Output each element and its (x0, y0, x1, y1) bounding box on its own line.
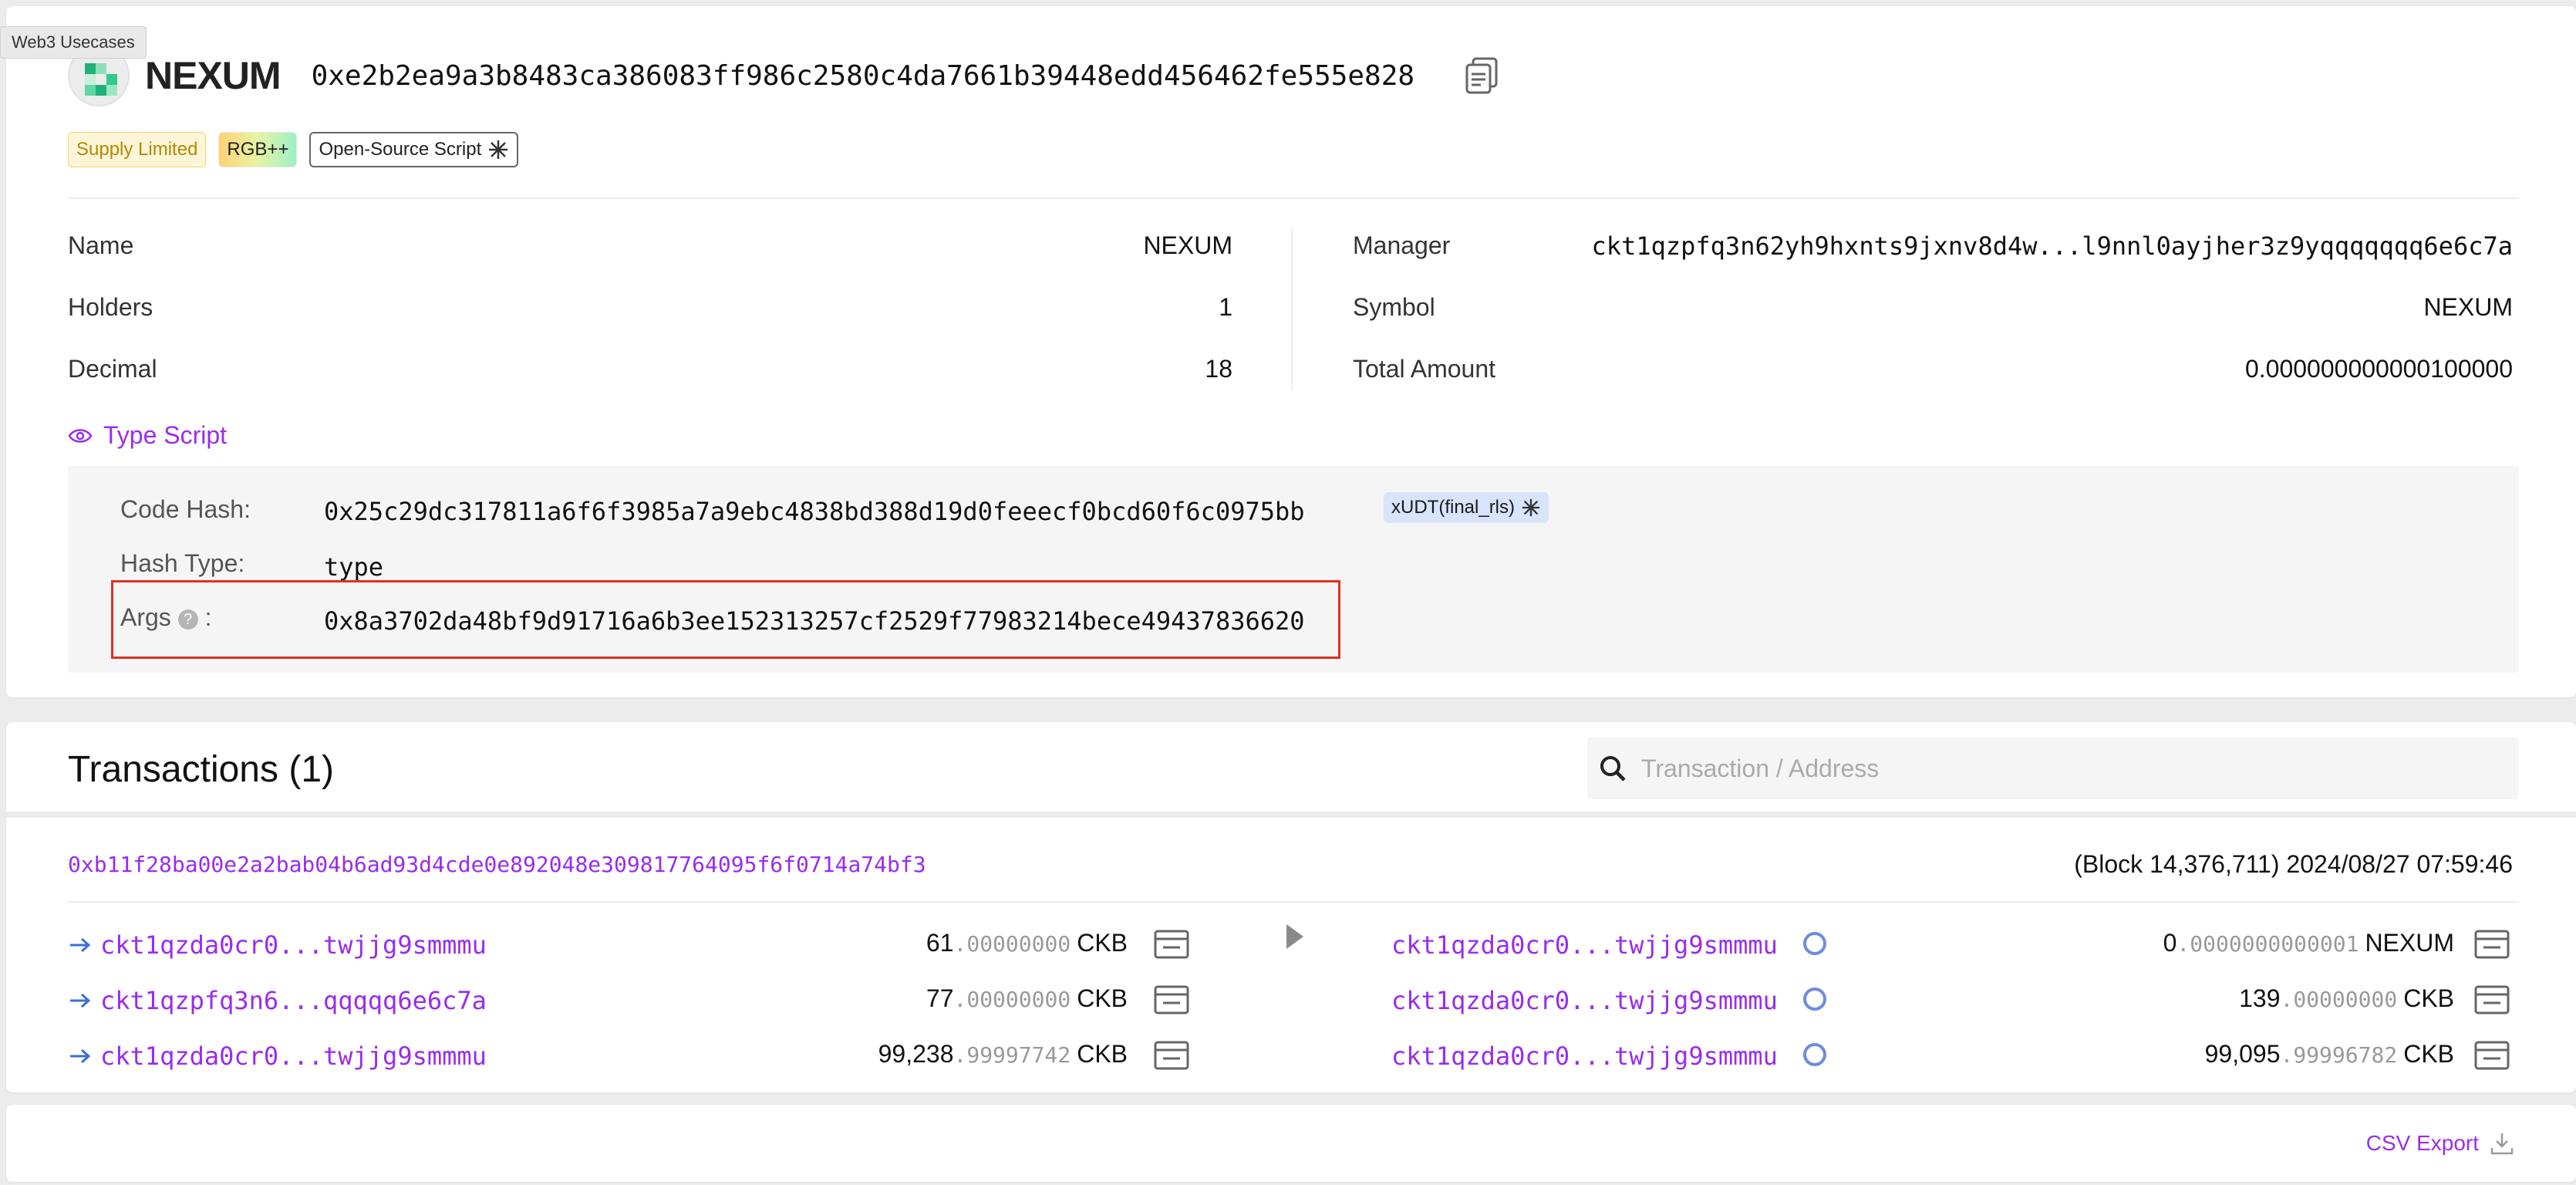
output-amount: 99,095.99996782 CKB (2205, 1040, 2454, 1069)
arrow-right-icon (70, 1048, 91, 1064)
cell-info-icon[interactable] (2474, 984, 2510, 1015)
amount-decimals: .00000000 (953, 931, 1071, 957)
download-icon (2490, 1133, 2514, 1155)
input-row: ckt1qzda0cr0...twjjg9smmmu (68, 1037, 487, 1075)
tooltip: Web3 Usecases (0, 26, 147, 59)
live-cell-icon[interactable] (1803, 988, 1826, 1011)
eye-icon (68, 428, 93, 443)
play-arrow-icon (1286, 924, 1303, 949)
amount-decimals: .00000000 (953, 987, 1071, 1012)
csv-export-card: CSV Export (6, 1105, 2576, 1182)
token-header: NEXUM 0xe2b2ea9a3b8483ca386083ff986c2580… (68, 37, 1502, 114)
amount-int: 0 (2163, 929, 2177, 957)
input-address-link[interactable]: ckt1qzda0cr0...twjjg9smmmu (100, 1042, 487, 1071)
amount-int: 61 (926, 929, 954, 957)
input-amount: 61.00000000 CKB (926, 929, 1128, 957)
live-cell-icon[interactable] (1803, 932, 1826, 955)
output-address-link[interactable]: ckt1qzda0cr0...twjjg9smmmu (1391, 986, 1778, 1015)
amount-decimals: .99997742 (953, 1042, 1071, 1068)
name-label: Name (68, 231, 134, 259)
xudt-tag[interactable]: xUDT(final_rls) (1384, 492, 1549, 523)
search-input[interactable] (1641, 754, 2490, 783)
manager-address-link[interactable]: ckt1qzpfq3n62yh9hxnts9jxnv8d4w...l9nnl0a… (1592, 231, 2513, 261)
manager-label: Manager (1353, 231, 1451, 259)
input-address-link[interactable]: ckt1qzda0cr0...twjjg9smmmu (100, 930, 487, 960)
amount-int: 99,095 (2204, 1040, 2281, 1068)
symbol-label: Symbol (1353, 293, 1435, 321)
hash-type-label: Hash Type: (120, 549, 245, 577)
rgb-tag[interactable]: RGB++ (218, 132, 298, 167)
amount-int: 99,238 (878, 1040, 954, 1068)
cell-info-icon[interactable] (2474, 1040, 2510, 1071)
tx-hash-link[interactable]: 0xb11f28ba00e2a2bab04b6ad93d4cde0e892048… (68, 852, 926, 877)
input-row: ckt1qzda0cr0...twjjg9smmmu (68, 926, 487, 964)
divider (6, 812, 2576, 818)
token-info-card: NEXUM 0xe2b2ea9a3b8483ca386083ff986c2580… (6, 6, 2576, 697)
output-address-link[interactable]: ckt1qzda0cr0...twjjg9smmmu (1391, 930, 1778, 960)
copy-icon[interactable] (1462, 56, 1502, 96)
input-row: ckt1qzpfq3n6...qqqqq6e6c7a (68, 981, 487, 1020)
symbol-value: NEXUM (2423, 293, 2513, 321)
input-amount: 77.00000000 CKB (926, 984, 1128, 1013)
snowflake-icon (1522, 498, 1540, 517)
amount-unit: CKB (2403, 984, 2454, 1012)
column-separator (1291, 228, 1293, 390)
output-address-link[interactable]: ckt1qzda0cr0...twjjg9smmmu (1391, 1042, 1778, 1071)
amount-decimals: .99996782 (2280, 1042, 2398, 1068)
open-source-script-tag[interactable]: Open-Source Script (309, 132, 519, 167)
amount-unit: CKB (1077, 984, 1128, 1012)
search-icon (1600, 756, 1626, 782)
csv-export-label: CSV Export (2365, 1131, 2479, 1155)
args-highlight-box (111, 580, 1340, 659)
transactions-card: Transactions (1) 0xb11f28ba00e2a2bab04b6… (6, 722, 2576, 1092)
amount-int: 139 (2239, 984, 2281, 1012)
cell-info-icon[interactable] (1154, 984, 1189, 1015)
hash-type-value: type (324, 552, 384, 582)
cell-info-icon[interactable] (2474, 929, 2510, 960)
divider (68, 901, 2519, 903)
transactions-title: Transactions (1) (68, 749, 334, 790)
token-name: NEXUM (145, 54, 282, 97)
snowflake-icon (489, 140, 508, 159)
supply-limited-tag[interactable]: Supply Limited (68, 132, 207, 167)
amount-unit: CKB (1077, 929, 1128, 957)
tx-block-info: (Block 14,376,711) 2024/08/27 07:59:46 (2074, 850, 2513, 878)
holders-link[interactable]: 1 (1219, 293, 1232, 322)
open-source-script-label: Open-Source Script (319, 139, 482, 160)
name-value: NEXUM (1143, 231, 1232, 259)
amount-unit: CKB (1077, 1040, 1128, 1068)
search-bar (1587, 738, 2519, 799)
amount-decimals: .0000000000001 (2176, 931, 2359, 957)
input-amount: 99,238.99997742 CKB (878, 1040, 1128, 1069)
holders-label: Holders (68, 293, 153, 321)
cell-info-icon[interactable] (1154, 1040, 1189, 1071)
total-amount-label: Total Amount (1353, 355, 1495, 383)
amount-decimals: .00000000 (2280, 987, 2398, 1012)
xudt-tag-label: xUDT(final_rls) (1391, 497, 1516, 518)
type-script-toggle[interactable]: Type Script (68, 421, 227, 450)
decimal-value: 18 (1205, 355, 1232, 383)
output-amount: 139.00000000 CKB (2239, 984, 2454, 1013)
amount-unit: NEXUM (2365, 929, 2454, 957)
output-amount: 0.0000000000001 NEXUM (2163, 929, 2454, 957)
cell-info-icon[interactable] (1154, 929, 1189, 960)
token-hash: 0xe2b2ea9a3b8483ca386083ff986c2580c4da76… (311, 59, 1415, 92)
amount-unit: CKB (2403, 1040, 2454, 1068)
live-cell-icon[interactable] (1803, 1043, 1826, 1066)
arrow-right-icon (70, 993, 91, 1008)
arrow-right-icon (70, 937, 91, 953)
code-hash-label: Code Hash: (120, 495, 251, 523)
input-address-link[interactable]: ckt1qzpfq3n6...qqqqq6e6c7a (100, 986, 487, 1015)
amount-int: 77 (926, 984, 954, 1012)
code-hash-value: 0x25c29dc317811a6f6f3985a7a9ebc4838bd388… (324, 497, 1305, 526)
token-tags: Supply Limited RGB++ Open-Source Script (68, 132, 519, 167)
total-amount-value: 0.000000000000100000 (2244, 355, 2513, 383)
decimal-label: Decimal (68, 355, 157, 383)
divider (68, 198, 2519, 199)
type-script-label: Type Script (103, 421, 228, 449)
csv-export-button[interactable]: CSV Export (2366, 1131, 2514, 1156)
